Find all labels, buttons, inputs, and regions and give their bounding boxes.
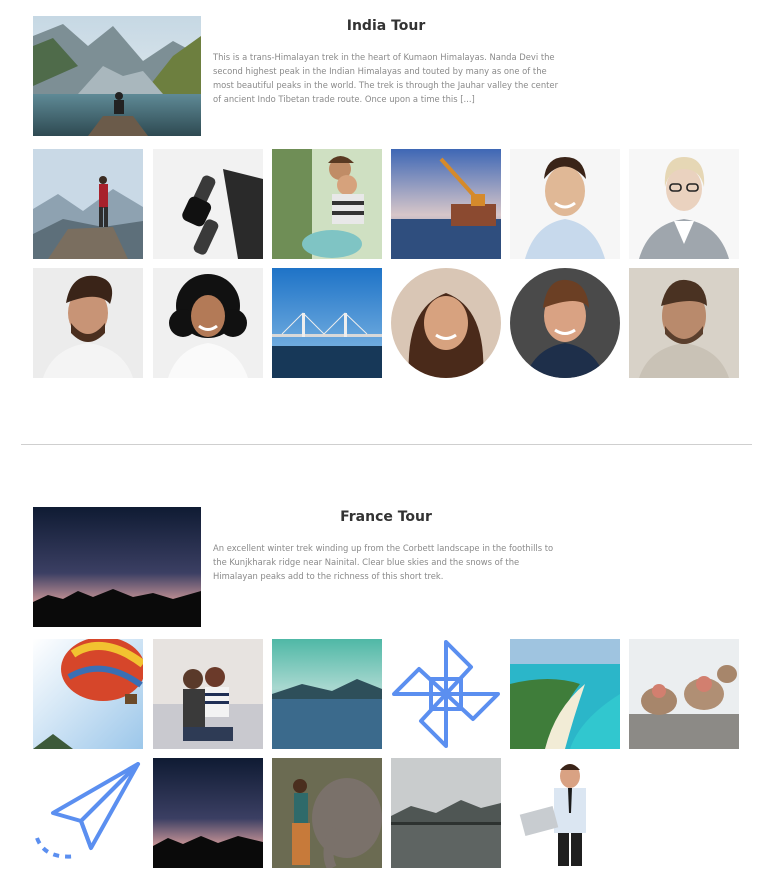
france-gallery — [33, 639, 743, 869]
couple-by-water-image[interactable] — [153, 639, 263, 749]
hiker-on-rock-image[interactable] — [33, 149, 143, 259]
india-tour-title[interactable]: India Tour — [213, 18, 559, 34]
harbor-crane-image[interactable] — [391, 149, 501, 259]
france-tour-description: An excellent winter trek winding up from… — [213, 543, 554, 581]
section-divider — [21, 444, 752, 445]
woman-with-glasses-portrait-image[interactable] — [629, 149, 739, 259]
man-side-profile-image[interactable] — [33, 268, 143, 378]
india-hero-image[interactable] — [33, 16, 201, 136]
france-hero-image[interactable] — [33, 507, 201, 627]
india-gallery — [33, 149, 743, 379]
smiling-man-round-image[interactable] — [510, 268, 620, 378]
misty-lake-image[interactable] — [391, 758, 501, 868]
france-tour-title[interactable]: France Tour — [213, 509, 559, 525]
snow-monkeys-image[interactable] — [629, 639, 739, 749]
curly-hair-woman-image[interactable] — [153, 268, 263, 378]
cable-bridge-image[interactable] — [272, 268, 382, 378]
businessman-with-laptop-image[interactable] — [510, 758, 620, 868]
dusk-silhouette-image[interactable] — [153, 758, 263, 868]
paper-plane-icon[interactable] — [33, 758, 143, 868]
pinwheel-icon[interactable] — [391, 639, 501, 749]
bearded-man-portrait-image[interactable] — [629, 268, 739, 378]
calm-lake-image[interactable] — [272, 639, 382, 749]
woman-with-elephant-image[interactable] — [272, 758, 382, 868]
smartwatch-laptop-image[interactable] — [153, 149, 263, 259]
india-tour-description: This is a trans-Himalayan trek in the he… — [213, 52, 559, 104]
tropical-beach-image[interactable] — [510, 639, 620, 749]
smiling-man-portrait-image[interactable] — [510, 149, 620, 259]
couple-on-scooter-image[interactable] — [272, 149, 382, 259]
hot-air-balloon-image[interactable] — [33, 639, 143, 749]
smiling-woman-round-image[interactable] — [391, 268, 501, 378]
